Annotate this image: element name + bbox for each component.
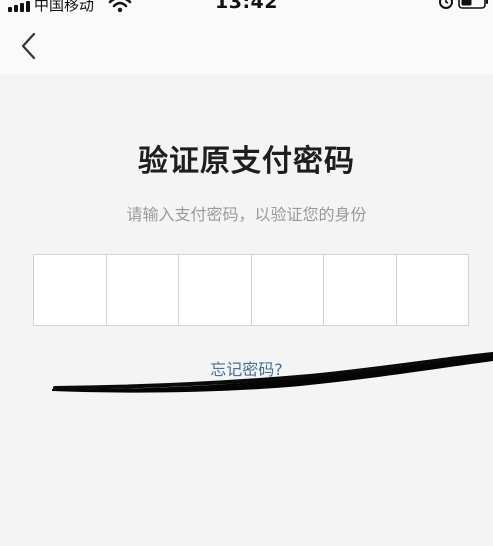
page-title: 验证原支付密码 — [138, 144, 355, 179]
pin-cell-4[interactable] — [251, 255, 324, 325]
page-subtitle: 请输入支付密码，以验证您的身份 — [126, 205, 367, 224]
battery-icon — [439, 0, 488, 9]
chevron-left-icon — [21, 32, 36, 60]
pin-cell-6[interactable] — [396, 255, 468, 325]
main-content: 验证原支付密码 请输入支付密码，以验证您的身份 忘记密码? — [0, 74, 493, 546]
pin-cell-5[interactable] — [324, 255, 397, 325]
back-button[interactable] — [14, 30, 46, 62]
pin-cell-1[interactable] — [34, 255, 107, 325]
forgot-password-link[interactable]: 忘记密码? — [0, 356, 493, 380]
status-time: 13:42 — [215, 0, 278, 13]
nav-bar — [0, 18, 493, 74]
pin-cell-2[interactable] — [106, 255, 179, 325]
pin-input[interactable] — [33, 254, 469, 326]
pin-cell-3[interactable] — [179, 255, 252, 325]
status-bar: 中国移动 13:42 — [0, 0, 493, 18]
